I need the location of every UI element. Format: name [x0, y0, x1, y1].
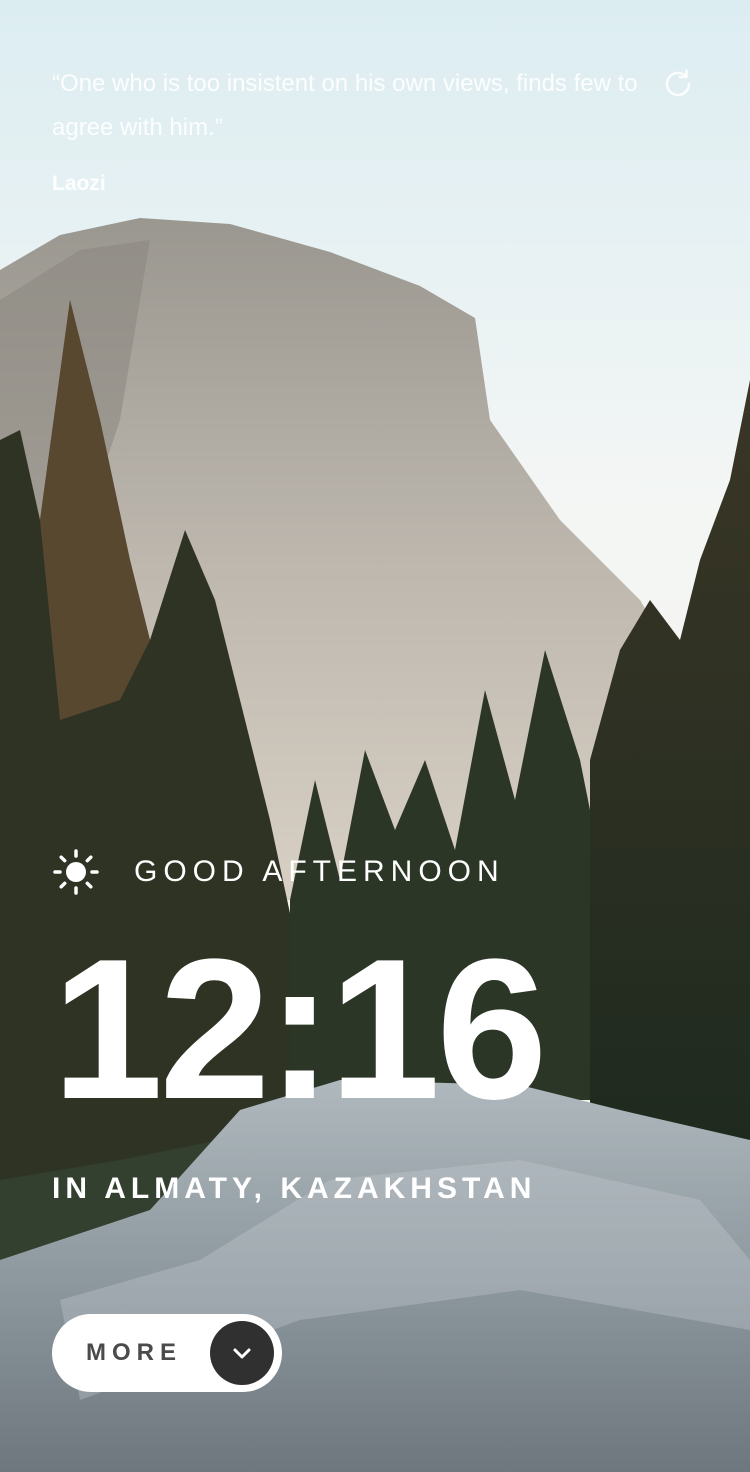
quote-block: “One who is too insistent on his own vie… [52, 62, 672, 196]
greeting-row: GOOD AFTERNOON [52, 848, 505, 896]
app-screen: “One who is too insistent on his own vie… [0, 0, 750, 1472]
refresh-icon [665, 69, 691, 97]
quote-author: Laozi [52, 172, 106, 195]
greeting-text: GOOD AFTERNOON [134, 855, 505, 888]
background-landscape [0, 0, 750, 1472]
clock-time: 12:16 [52, 918, 548, 1141]
quote-text: “One who is too insistent on his own vie… [52, 70, 638, 141]
sun-icon [53, 849, 99, 895]
chevron-down-icon [210, 1321, 274, 1385]
more-button[interactable]: MORE [52, 1314, 282, 1392]
more-button-label: MORE [86, 1339, 182, 1366]
location-text: IN ALMATY, KAZAKHSTAN [52, 1172, 537, 1205]
refresh-quote-button[interactable] [660, 66, 696, 102]
